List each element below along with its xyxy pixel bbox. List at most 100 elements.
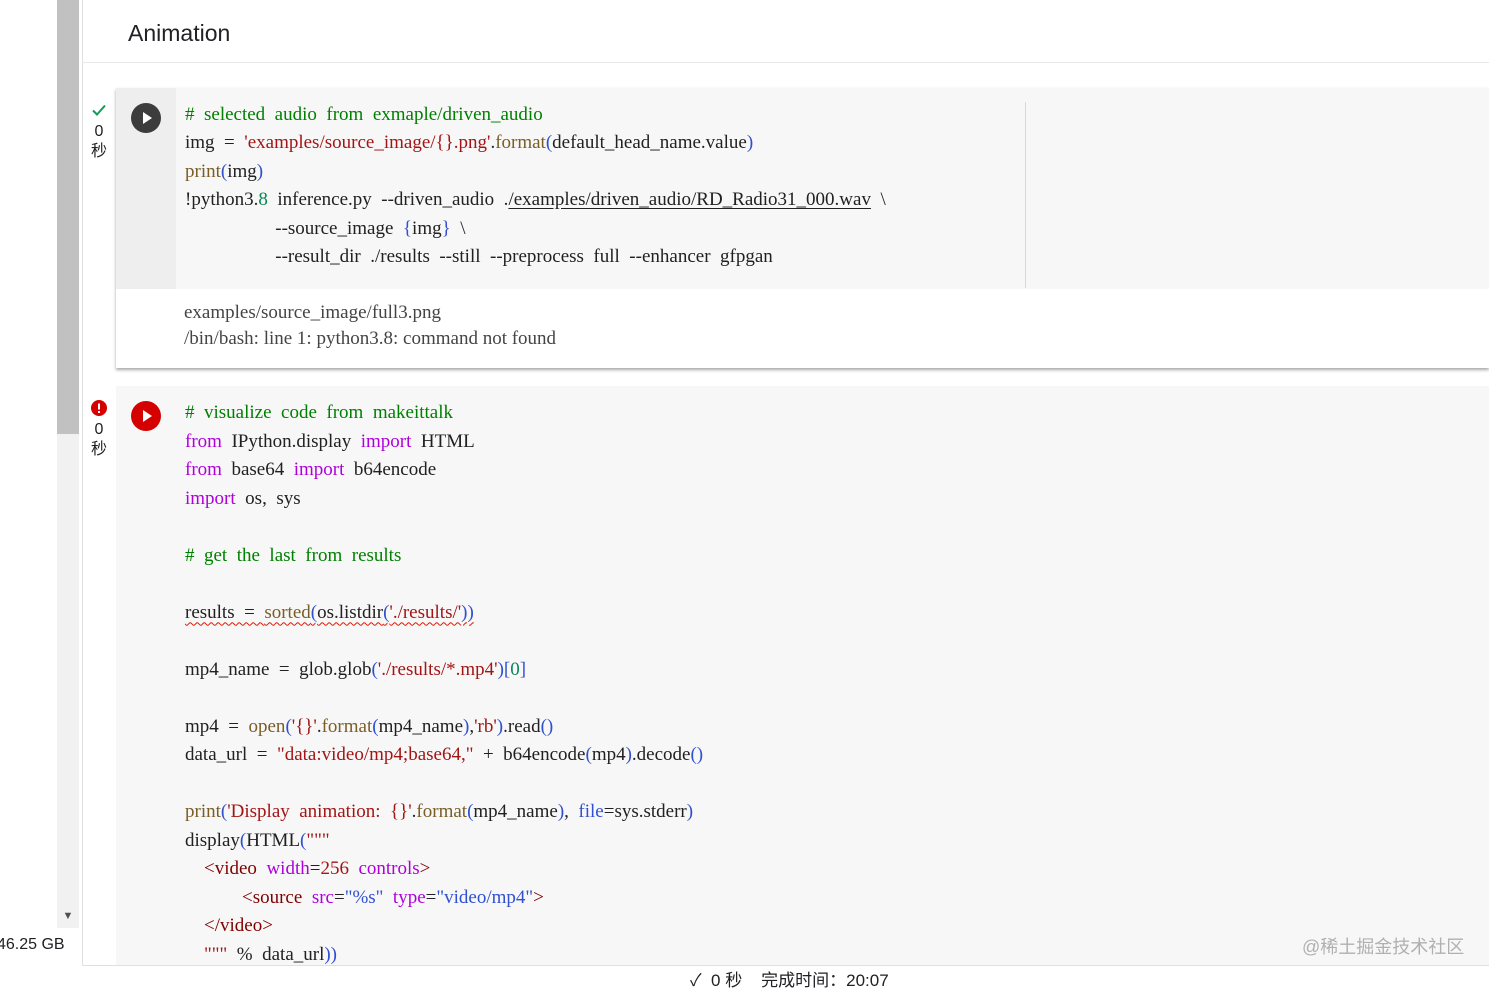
code-token: 'examples/source_image/{}.png' (244, 132, 491, 154)
code-token: data_url = (185, 744, 277, 765)
check-icon (88, 102, 110, 122)
code-token: default_head_name.value (552, 132, 747, 154)
code-token: import (185, 487, 236, 509)
code-line: display(HTML(""" (185, 830, 330, 856)
error-icon (88, 400, 110, 420)
code-line: # visualize code from makeittalk (185, 402, 453, 428)
code-token: """ (306, 829, 330, 851)
code-line: data_url = "data:video/mp4;base64," + b6… (185, 744, 703, 770)
code-token: \ (450, 217, 466, 239)
code-token: () (690, 744, 704, 765)
code-token: mp4 = (185, 715, 249, 737)
code-token: 'Display animation: {}' (227, 801, 412, 822)
run-cell-button[interactable] (131, 401, 161, 431)
code-line: # selected audio from exmaple/driven_aud… (185, 104, 543, 130)
exec-time-unit: 秒 (90, 143, 107, 160)
code-token: import (360, 430, 412, 452)
code-line: <video width=256 controls> (185, 858, 430, 884)
code-token: inference.py --driven_audio . (267, 189, 509, 211)
code-token: 256 (320, 858, 349, 879)
code-line: # get the last from results (185, 545, 401, 571)
code-token: HTML (411, 430, 475, 452)
code-token: 0 (510, 658, 520, 680)
code-token: mp4 (591, 744, 626, 765)
code-line: mp4_name = glob.glob('./results/*.mp4')[… (185, 659, 526, 685)
code-line: print(img) (185, 161, 263, 187)
output-line: /bin/bash: line 1: python3.8: command no… (184, 328, 557, 349)
code-token: base64 (221, 459, 294, 480)
code-token: from (185, 459, 222, 480)
run-cell-button[interactable] (131, 103, 161, 133)
code-token: controls (358, 858, 420, 879)
code-token: mp4_name (378, 715, 464, 737)
scroll-down-arrow-icon[interactable]: ▼ (60, 908, 76, 924)
code-line: print('Display animation: {}'.format(mp4… (185, 801, 693, 827)
cell2-exec-status: 0 秒 (88, 400, 110, 460)
code-token: > (533, 886, 544, 908)
exec-time-value: 0 (94, 123, 104, 140)
play-icon (143, 112, 152, 124)
code-line: from base64 import b64encode (185, 459, 436, 485)
code-token: = (425, 886, 437, 908)
code-token: )) (461, 601, 474, 623)
execution-status: ✓ 0 秒 完成时间：20:07 (690, 971, 889, 990)
code-token: print (185, 160, 221, 182)
code-token: img (227, 160, 257, 182)
code-token: = (333, 886, 345, 908)
code-line: </video> (185, 915, 273, 941)
code-token: HTML (246, 829, 301, 851)
code-token: <video (204, 858, 257, 879)
code-token: IPython.display (221, 430, 361, 452)
code-token: ) (686, 801, 694, 822)
code-token: !python3. (185, 189, 259, 211)
code-token: # get the last from results (185, 544, 402, 566)
code-line: --result_dir ./results --still --preproc… (185, 246, 773, 272)
code-token-group: results = sorted(os.listdir('./results/'… (185, 602, 474, 623)
code-token: = (309, 858, 321, 879)
disk-usage-label: 46.25 GB (0, 936, 65, 953)
code-line: from IPython.display import HTML (185, 431, 475, 457)
cell1-exec-status: 0 秒 (88, 102, 110, 162)
code-line: import os, sys (185, 488, 301, 514)
code-token: "%s" (344, 886, 384, 908)
code-token: os, sys (235, 487, 301, 509)
code-line: --source_image {img} \ (185, 217, 466, 244)
code-token: > (419, 858, 431, 879)
scrollbar-thumb[interactable] (57, 0, 79, 434)
code-token: # visualize code from makeittalk (185, 402, 454, 423)
code-token: './results/*.mp4' (377, 658, 498, 680)
code-token: ) (256, 160, 264, 182)
line-length-ruler (1025, 102, 1026, 288)
code-token: () (540, 715, 554, 737)
code-token: <source (242, 886, 303, 908)
code-token: file (578, 801, 604, 822)
code-token: img = (185, 132, 245, 154)
exec-time-value: 0 (94, 421, 104, 438)
code-token: import (293, 459, 345, 480)
code-token: format (416, 801, 468, 822)
code-token: './results/' (389, 601, 462, 623)
code-token: display (185, 829, 240, 851)
code-token: os.listdir (317, 601, 384, 623)
code-token: { (402, 217, 413, 239)
watermark: @稀土掘金技术社区 (1302, 937, 1465, 957)
code-line: results = sorted(os.listdir('./results/'… (185, 602, 474, 628)
section-title: Animation (128, 20, 231, 46)
code-token: } (441, 217, 451, 239)
code-token: "data:video/mp4;base64," (276, 744, 474, 765)
code-token: type (392, 886, 426, 908)
code-token: /examples/driven_audio/RD_Radio31_000.wa… (508, 189, 871, 211)
code-token: format (495, 132, 546, 154)
code-token: =sys.stderr (603, 801, 687, 822)
code-line: !python3.8 inference.py --driven_audio .… (185, 189, 886, 215)
code-token: width (266, 858, 310, 879)
code-token: % data_url (227, 943, 325, 965)
code-token: "video/mp4" (436, 886, 534, 908)
code-token: ] (519, 658, 527, 680)
